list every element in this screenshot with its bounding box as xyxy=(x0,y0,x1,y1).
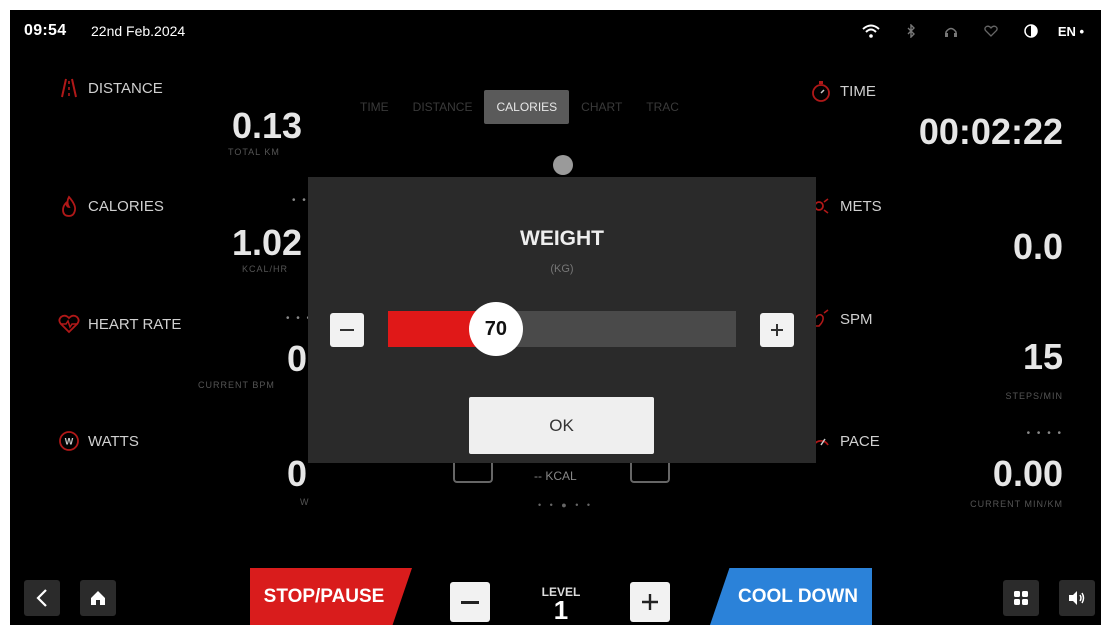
cool-down-button[interactable]: COOL DOWN xyxy=(710,568,872,625)
watts-label-row: W WATTS xyxy=(58,430,139,452)
dialog-title: WEIGHT xyxy=(520,227,604,250)
distance-label: DISTANCE xyxy=(88,79,163,97)
stop-pause-button[interactable]: STOP/PAUSE xyxy=(250,568,412,625)
kcal-readout: -- KCAL xyxy=(534,469,577,483)
tab-calories[interactable]: CALORIES xyxy=(484,90,570,124)
decrease-weight-button[interactable] xyxy=(330,313,364,347)
center-left-button[interactable] xyxy=(453,463,493,483)
clock: 09:54 xyxy=(24,22,67,39)
distance-sub: TOTAL KM xyxy=(228,147,280,157)
watts-label: WATTS xyxy=(88,432,139,450)
weight-dialog: WEIGHT (KG) 70 OK xyxy=(308,177,816,463)
watts-value: 0 xyxy=(287,453,308,494)
svg-text:W: W xyxy=(65,437,74,447)
pace-sub: CURRENT MIN/KM xyxy=(970,499,1063,509)
ok-button[interactable]: OK xyxy=(469,397,654,454)
volume-icon xyxy=(1069,591,1085,605)
pace-label-row: PACE xyxy=(810,430,880,452)
tab-chart[interactable]: CHART xyxy=(569,90,634,124)
console-screen: 09:54 22nd Feb.2024 EN • DISTANCE 0.13 T… xyxy=(10,10,1101,625)
heart-rate-icon xyxy=(58,313,80,335)
time-value: 00:02:22 xyxy=(918,111,1063,152)
headphones-icon xyxy=(931,19,971,43)
status-bar: 09:54 22nd Feb.2024 EN • xyxy=(10,10,1101,54)
pace-value: 0.00 xyxy=(992,453,1063,494)
level-up-button[interactable] xyxy=(630,582,670,622)
view-tabs: TIME DISTANCE CALORIES CHART TRAC xyxy=(348,90,691,124)
weight-slider[interactable]: 70 xyxy=(388,302,736,356)
plus-icon xyxy=(642,594,658,610)
tab-time[interactable]: TIME xyxy=(348,90,401,124)
heart-rate-value: 0 xyxy=(287,338,308,379)
minus-icon xyxy=(461,600,479,604)
minus-icon xyxy=(340,329,354,331)
calories-value: 1.02 xyxy=(232,222,303,263)
apps-button[interactable] xyxy=(1003,580,1039,616)
pace-label: PACE xyxy=(840,432,880,450)
tab-distance[interactable]: DISTANCE xyxy=(401,90,485,124)
flame-icon xyxy=(58,195,80,217)
calories-sub: KCAL/HR xyxy=(242,264,289,274)
spm-label: SPM xyxy=(840,310,873,328)
mets-value: 0.0 xyxy=(1012,226,1063,267)
spm-value: 15 xyxy=(1022,336,1063,377)
time-label-row: TIME xyxy=(810,80,876,102)
calories-label: CALORIES xyxy=(88,197,164,215)
gauge-indicator xyxy=(553,155,573,175)
spm-sub: STEPS/MIN xyxy=(1005,391,1063,401)
tab-track[interactable]: TRAC xyxy=(634,90,691,124)
pace-dots: • • • • xyxy=(1026,428,1063,439)
heart-rate-label: HEART RATE xyxy=(88,315,182,333)
home-icon xyxy=(91,591,105,605)
level-display: LEVEL 1 xyxy=(536,585,586,625)
calories-label-row: CALORIES xyxy=(58,195,164,217)
distance-value: 0.13 xyxy=(232,105,303,146)
wifi-icon xyxy=(851,19,891,43)
status-icons: EN • xyxy=(851,19,1091,43)
bottom-bar: STOP/PAUSE LEVEL 1 COOL DOWN xyxy=(10,555,1101,625)
apps-icon xyxy=(1014,591,1028,605)
increase-weight-button[interactable] xyxy=(760,313,794,347)
page-dots: • • ● • • xyxy=(538,500,594,510)
language-selector[interactable]: EN • xyxy=(1051,19,1091,43)
heart-rate-sub: CURRENT BPM xyxy=(198,380,275,390)
contrast-icon[interactable] xyxy=(1011,19,1051,43)
plus-icon xyxy=(771,324,783,336)
dialog-unit: (KG) xyxy=(550,263,574,275)
heart-icon xyxy=(971,19,1011,43)
language-label: EN xyxy=(1057,23,1076,39)
stopwatch-icon xyxy=(810,80,832,102)
heart-rate-label-row: HEART RATE xyxy=(58,313,181,335)
level-value: 1 xyxy=(553,595,569,625)
volume-button[interactable] xyxy=(1059,580,1095,616)
spm-label-row: SPM xyxy=(810,308,873,330)
bluetooth-icon xyxy=(891,19,931,43)
watts-sub: W xyxy=(300,497,310,507)
distance-label-row: DISTANCE xyxy=(58,77,163,99)
date: 22nd Feb.2024 xyxy=(91,23,186,39)
mets-label-row: METS xyxy=(810,195,882,217)
home-button[interactable] xyxy=(80,580,116,616)
slider-knob[interactable]: 70 xyxy=(468,302,523,356)
back-icon xyxy=(36,589,47,607)
back-button[interactable] xyxy=(24,580,60,616)
center-right-button[interactable] xyxy=(630,463,670,483)
watts-icon: W xyxy=(58,430,80,452)
distance-icon xyxy=(58,77,80,99)
calories-dots: • • xyxy=(292,195,308,206)
time-label: TIME xyxy=(840,82,876,100)
mets-label: METS xyxy=(840,197,882,215)
level-down-button[interactable] xyxy=(450,582,490,622)
